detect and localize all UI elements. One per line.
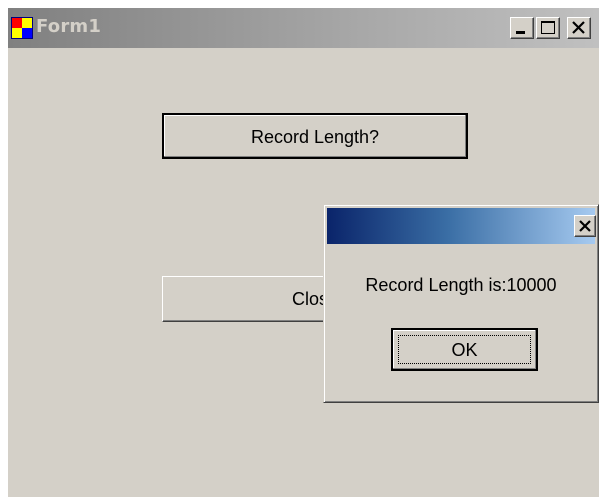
message-text: Record Length is:10000 bbox=[365, 275, 557, 295]
ok-button[interactable]: OK bbox=[391, 328, 538, 371]
message-box-dialog: Record Length is:10000 OK bbox=[323, 204, 599, 403]
minimize-button[interactable] bbox=[510, 17, 534, 39]
title-bar[interactable]: Form1 bbox=[8, 8, 599, 48]
close-icon bbox=[579, 220, 591, 232]
close-button[interactable] bbox=[567, 17, 591, 39]
record-length-button[interactable]: Record Length? bbox=[162, 113, 468, 159]
window-title: Form1 bbox=[36, 16, 102, 37]
close-icon bbox=[572, 21, 585, 34]
form1-window: Form1 Record Length? Close Record Length… bbox=[8, 8, 599, 497]
minimize-icon bbox=[516, 31, 525, 34]
maximize-button[interactable] bbox=[536, 17, 560, 39]
form-app-icon[interactable] bbox=[11, 17, 33, 39]
message-box-close-button[interactable] bbox=[574, 215, 596, 237]
message-box-title-bar[interactable] bbox=[327, 208, 596, 244]
maximize-icon bbox=[541, 21, 555, 34]
ok-button-label: OK bbox=[451, 340, 478, 360]
